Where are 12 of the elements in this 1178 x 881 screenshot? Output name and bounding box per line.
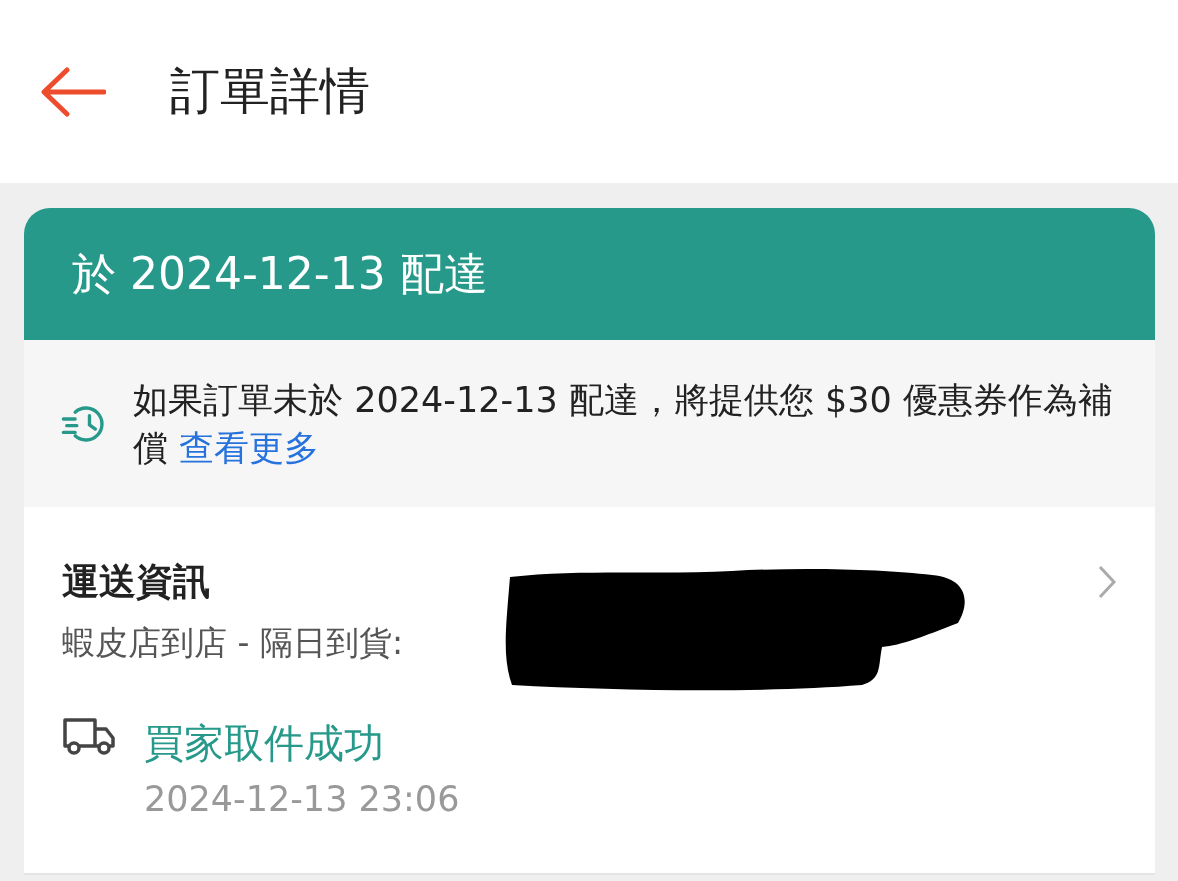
page-title: 訂單詳情 [170,61,370,122]
delivery-banner: 於 2024-12-13 配達 [24,208,1155,340]
section-title: 運送資訊 [62,559,210,605]
notice-text: 如果訂單未於 2024-12-13 配達，將提供您 $30 優惠券作為補償 查看更多 [133,378,1114,470]
delivery-status: 買家取件成功 [144,720,384,766]
more-link[interactable]: 查看更多 [179,427,320,468]
truck-icon [62,716,116,756]
status-time: 2024-12-13 23:06 [144,779,460,819]
shipping-method: 蝦皮店到店 - 隔日到貨: [62,622,403,664]
back-button[interactable] [40,66,106,117]
chevron-right-icon[interactable] [1097,564,1117,600]
back-arrow-icon [40,66,106,117]
